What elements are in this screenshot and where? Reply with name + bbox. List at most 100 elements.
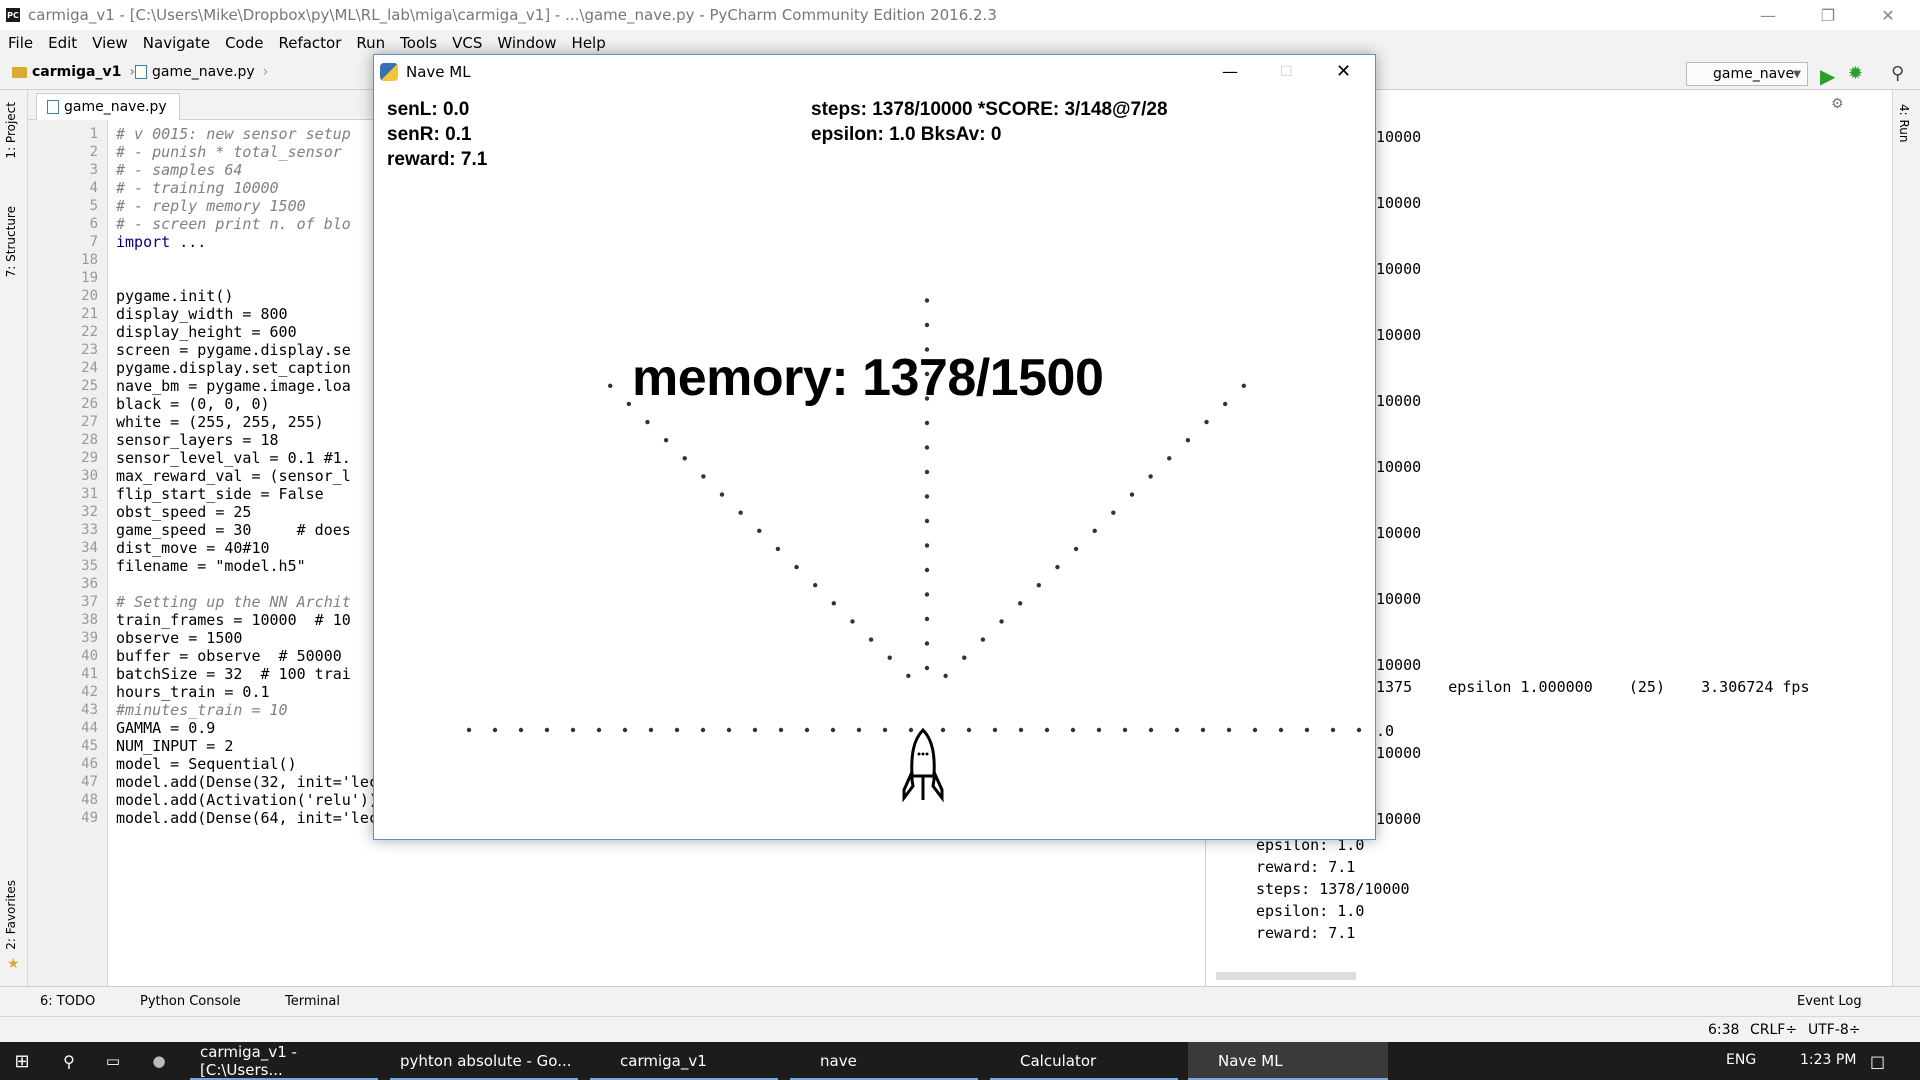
taskbar-item[interactable]: Nave ML [1188,1042,1388,1080]
notification-icon[interactable]: □ [1870,1052,1885,1071]
python-icon [380,62,398,81]
menu-refactor[interactable]: Refactor [270,34,348,52]
screen: PC carmiga_v1 - [C:\Users\Mike\Dropbox\p… [0,0,1920,1080]
gear-icon[interactable]: ⚙ [1831,96,1844,112]
taskbar-item[interactable]: carmiga_v1 - [C:\Users... [190,1042,378,1080]
taskbar-clock[interactable]: 1:23 PM [1800,1052,1856,1068]
menu-vcs[interactable]: VCS [444,34,489,52]
sensor-dot [1200,727,1206,733]
sensor-dot [492,727,498,733]
tab-todo[interactable]: 6: TODO [40,994,95,1009]
sensor-dot [924,298,930,303]
line-separator[interactable]: CRLF÷ [1750,1022,1797,1038]
menu-view[interactable]: View [84,34,135,52]
run-config-dropdown[interactable]: game_nave ▼ [1686,62,1808,86]
left-tool-strip: 1: Project 7: Structure 2: Favorites ★ [0,90,28,986]
line-number: 44 [81,720,98,736]
cursor-position[interactable]: 6:38 [1708,1022,1739,1038]
console-line: 10000 [1376,326,1422,344]
tab-event-log[interactable]: Event Log [1797,994,1862,1009]
close-button[interactable]: ✕ [1860,0,1916,30]
debug-icon[interactable]: ✹ [1848,63,1863,84]
sensor-dot [1044,727,1050,733]
search-icon[interactable]: ⚲ [48,1042,90,1080]
horizontal-scrollbar[interactable] [1216,972,1356,980]
line-number: 36 [81,576,98,592]
menu-help[interactable]: Help [564,34,613,52]
taskbar-item[interactable]: carmiga_v1 [590,1042,778,1080]
sensor-dot [1073,546,1079,552]
line-number: 49 [81,810,98,826]
taskbar-item[interactable]: pyhton absolute - Go... [390,1042,578,1080]
tab-python-console[interactable]: Python Console [140,994,241,1009]
search-icon[interactable]: ⚲ [1891,63,1904,84]
taskbar-item[interactable]: Calculator [990,1042,1178,1080]
sensor-dot [856,727,862,733]
sensor-dot [648,727,654,733]
windows-start-icon[interactable]: ⊞ [0,1042,44,1080]
sensor-dot [674,727,680,733]
line-number: 45 [81,738,98,754]
minimize-button[interactable]: — [1222,62,1238,81]
tab-terminal[interactable]: Terminal [285,994,340,1009]
line-number: 18 [81,252,98,268]
code-line: import ... [116,233,207,251]
taskbar-lang[interactable]: ENG [1726,1052,1756,1068]
taskbar-item-label: pyhton absolute - Go... [400,1052,572,1070]
minimize-button[interactable]: — [1740,0,1796,30]
code-line: obst_speed = 25 [116,503,252,521]
console-line: reward: 7.1 [1256,924,1356,942]
python-file-icon [47,100,59,114]
file-encoding[interactable]: UTF-8÷ [1808,1022,1861,1038]
pycharm-icon: PC [6,8,20,22]
restore-button[interactable]: ❐ [1800,0,1856,30]
taskbar-item-label: carmiga_v1 - [C:\Users... [200,1043,297,1079]
sensor-dot [1241,383,1247,388]
line-number: 21 [81,306,98,322]
sensor-dot [962,655,967,660]
line-number: 26 [81,396,98,412]
sensor-dot [775,546,781,552]
editor-tab[interactable]: game_nave.py [36,93,180,120]
menu-edit[interactable]: Edit [40,34,84,52]
menu-file[interactable]: File [0,34,40,52]
line-number: 47 [81,774,98,790]
line-number: 39 [81,630,98,646]
taskbar-item[interactable]: nave [790,1042,978,1080]
code-line: sensor_level_val = 0.1 #1. [116,449,351,467]
sensor-dot [607,383,613,388]
code-line: model.add(Activation('relu')) [116,791,378,809]
taskbar-item-label: Calculator [1020,1052,1097,1070]
sensor-dot [1304,727,1310,733]
maximize-button[interactable]: ☐ [1280,64,1293,80]
sensor-dot [924,469,930,475]
line-number: 2 [89,144,98,160]
menu-run[interactable]: Run [348,34,392,52]
game-window[interactable]: Nave ML — ☐ ✕ senL: 0.0 senR: 0.1 reward… [373,54,1376,840]
sensor-dot [831,601,837,606]
tool-tab-run[interactable]: 4: Run [1897,104,1911,143]
sensor-dot [999,619,1004,624]
line-number-gutter: 1 2 3 4 5 6 7 18 19 20 21 22 23 24 25 26 27 28 29 30 31 32 33 3… [28,120,108,986]
breadcrumb-project[interactable]: carmiga_v1 › [12,64,135,80]
task-view-icon[interactable]: ▭ [92,1042,134,1080]
sensor-dot [1148,474,1153,479]
sensor-dot [719,492,725,497]
sensor-dot [1096,727,1102,733]
breadcrumb-file[interactable]: game_nave.py › [135,64,268,80]
menu-window[interactable]: Window [489,34,563,52]
sensor-dot [1185,437,1191,443]
menu-code[interactable]: Code [217,34,270,52]
star-icon: ★ [7,956,20,972]
tool-tab-favorites[interactable]: 2: Favorites [4,880,18,950]
menu-navigate[interactable]: Navigate [135,34,217,52]
app-icon[interactable]: ● [138,1042,180,1080]
run-icon[interactable]: ▶ [1820,64,1835,88]
sensor-dot [645,419,650,425]
code-line: # Setting up the NN Archit [116,593,351,611]
menu-tools[interactable]: Tools [392,34,444,52]
tool-tab-project[interactable]: 1: Project [4,102,18,159]
tool-tab-structure[interactable]: 7: Structure [4,206,18,277]
close-button[interactable]: ✕ [1336,61,1351,82]
line-number: 6 [89,216,98,232]
